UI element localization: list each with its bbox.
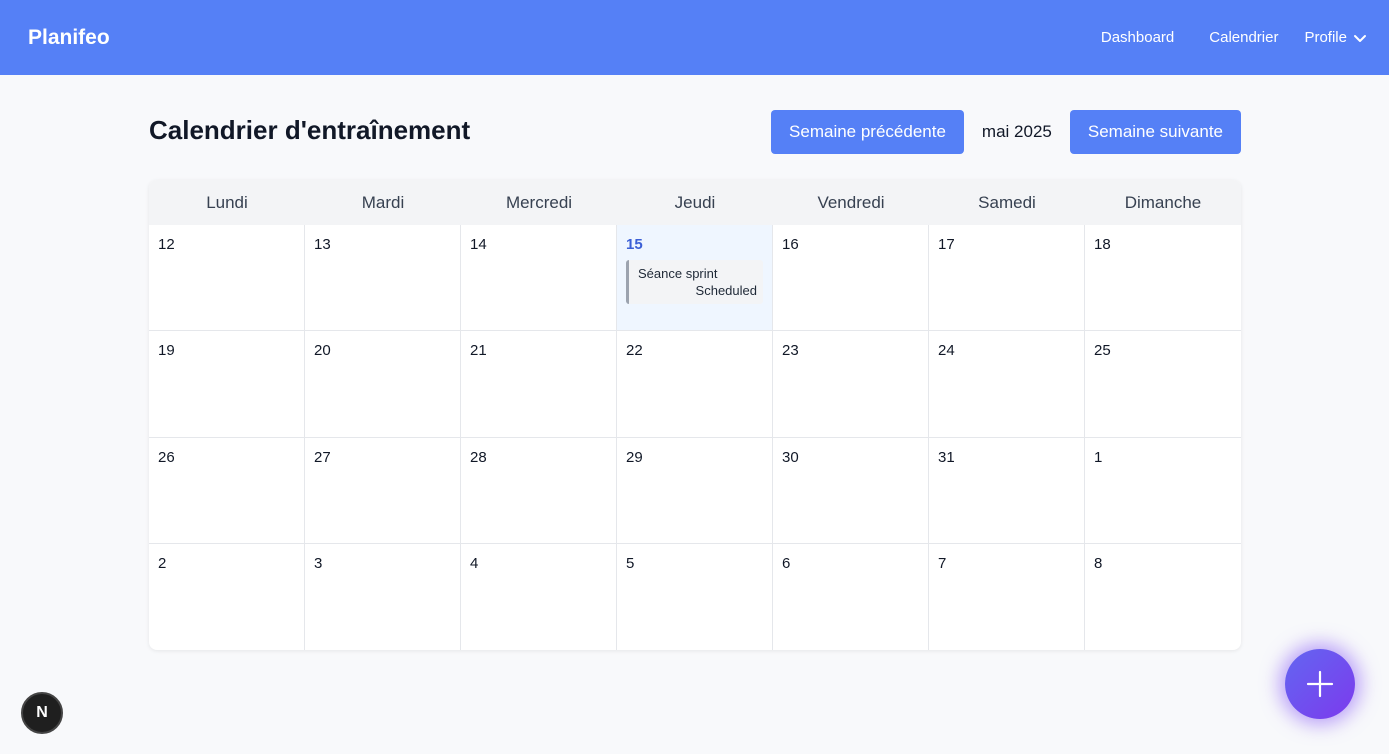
day-cell[interactable]: 26 (149, 437, 305, 544)
day-number: 28 (470, 448, 487, 466)
week-navigation: Semaine précédente mai 2025 Semaine suiv… (771, 110, 1241, 154)
day-number: 12 (158, 236, 175, 253)
day-cell[interactable]: 17 (929, 225, 1085, 332)
day-cell[interactable]: 25 (1085, 331, 1241, 438)
day-cell[interactable]: 14 (461, 225, 617, 332)
plus-icon (1306, 670, 1334, 698)
day-number: 31 (938, 448, 955, 466)
day-number: 4 (470, 554, 479, 572)
day-number: 18 (1094, 236, 1111, 253)
day-cell[interactable]: 16 (773, 225, 929, 332)
previous-week-button[interactable]: Semaine précédente (771, 110, 964, 154)
day-cell[interactable]: 27 (305, 437, 461, 544)
brand-logo[interactable]: Planifeo (28, 26, 110, 50)
day-cell[interactable]: 7 (929, 543, 1085, 650)
next-week-button[interactable]: Semaine suivante (1069, 110, 1241, 154)
weekday-dimanche: Dimanche (1124, 192, 1202, 212)
dev-tools-badge[interactable]: N (21, 692, 63, 734)
day-cell[interactable]: 6 (773, 543, 929, 650)
nav-profile-dropdown[interactable]: Profile (1304, 29, 1367, 46)
day-cell[interactable]: 5 (617, 543, 773, 650)
day-number: 7 (938, 554, 947, 572)
nav-calendrier[interactable]: Calendrier (1209, 29, 1278, 46)
day-cell[interactable]: 28 (461, 437, 617, 544)
nav-dashboard[interactable]: Dashboard (1101, 29, 1174, 46)
day-cell[interactable]: 20 (305, 331, 461, 438)
day-cell[interactable]: 2 (149, 543, 305, 650)
day-number: 2 (158, 554, 167, 572)
day-number: 20 (314, 342, 331, 360)
day-cell[interactable]: 23 (773, 331, 929, 438)
day-number: 21 (470, 342, 487, 360)
day-number: 23 (782, 342, 799, 360)
day-number: 27 (314, 448, 331, 466)
day-cell[interactable]: 3 (305, 543, 461, 650)
day-number: 30 (782, 448, 799, 466)
weekday-samedi: Samedi (978, 192, 1036, 212)
day-number: 13 (314, 236, 331, 253)
day-number: 29 (626, 448, 643, 466)
event-status: Scheduled (695, 283, 757, 298)
day-cell[interactable]: 1 (1085, 438, 1241, 544)
day-cell[interactable]: 30 (773, 437, 929, 544)
day-cell-today[interactable]: 15 Séance sprint Scheduled (617, 225, 773, 332)
day-cell[interactable]: 12 (149, 225, 305, 332)
weekday-header: Lundi Mardi Mercredi Jeudi Vendredi Same… (149, 180, 1241, 225)
chevron-down-icon (1354, 34, 1366, 42)
day-number: 16 (782, 236, 799, 253)
profile-label: Profile (1304, 29, 1347, 46)
day-cell[interactable]: 31 (929, 437, 1085, 544)
day-cell[interactable]: 18 (1085, 225, 1241, 332)
top-navbar: Planifeo Dashboard Calendrier Profile (0, 0, 1389, 75)
day-cell[interactable]: 8 (1085, 544, 1241, 650)
day-cell[interactable]: 22 (617, 331, 773, 438)
day-number: 6 (782, 554, 791, 572)
weekday-mercredi: Mercredi (505, 192, 573, 212)
day-cell[interactable]: 21 (461, 331, 617, 438)
calendar-days: 12 13 14 15 Séance sprint Scheduled 16 17 18 19 20… (149, 225, 1241, 650)
day-number: 1 (1094, 448, 1103, 466)
day-cell[interactable]: 29 (617, 437, 773, 544)
weekday-mardi: Mardi (361, 192, 405, 212)
weekday-jeudi: Jeudi (674, 192, 716, 212)
day-number: 19 (158, 342, 175, 360)
add-session-button[interactable] (1285, 649, 1355, 719)
day-cell[interactable]: 13 (305, 225, 461, 332)
day-cell[interactable]: 4 (461, 543, 617, 650)
event-card[interactable]: Séance sprint Scheduled (626, 260, 763, 304)
day-number: 24 (938, 342, 955, 360)
day-number: 22 (626, 342, 643, 360)
day-number: 8 (1094, 554, 1103, 572)
day-number: 26 (158, 448, 175, 466)
weekday-lundi: Lundi (206, 192, 248, 212)
day-number: 3 (314, 554, 323, 572)
day-cell[interactable]: 19 (149, 331, 305, 438)
event-title: Séance sprint (638, 266, 718, 281)
day-cell[interactable]: 24 (929, 331, 1085, 438)
main-nav: Dashboard Calendrier Profile (1101, 29, 1367, 46)
calendar-grid: Lundi Mardi Mercredi Jeudi Vendredi Same… (149, 180, 1241, 650)
day-number: 5 (626, 554, 635, 572)
day-number: 15 (626, 236, 643, 253)
page-title: Calendrier d'entraînement (149, 115, 471, 145)
day-number: 17 (938, 236, 955, 253)
weekday-vendredi: Vendredi (817, 192, 885, 212)
day-number: 25 (1094, 342, 1111, 360)
current-month-label: mai 2025 (981, 122, 1052, 141)
day-number: 14 (470, 236, 487, 253)
